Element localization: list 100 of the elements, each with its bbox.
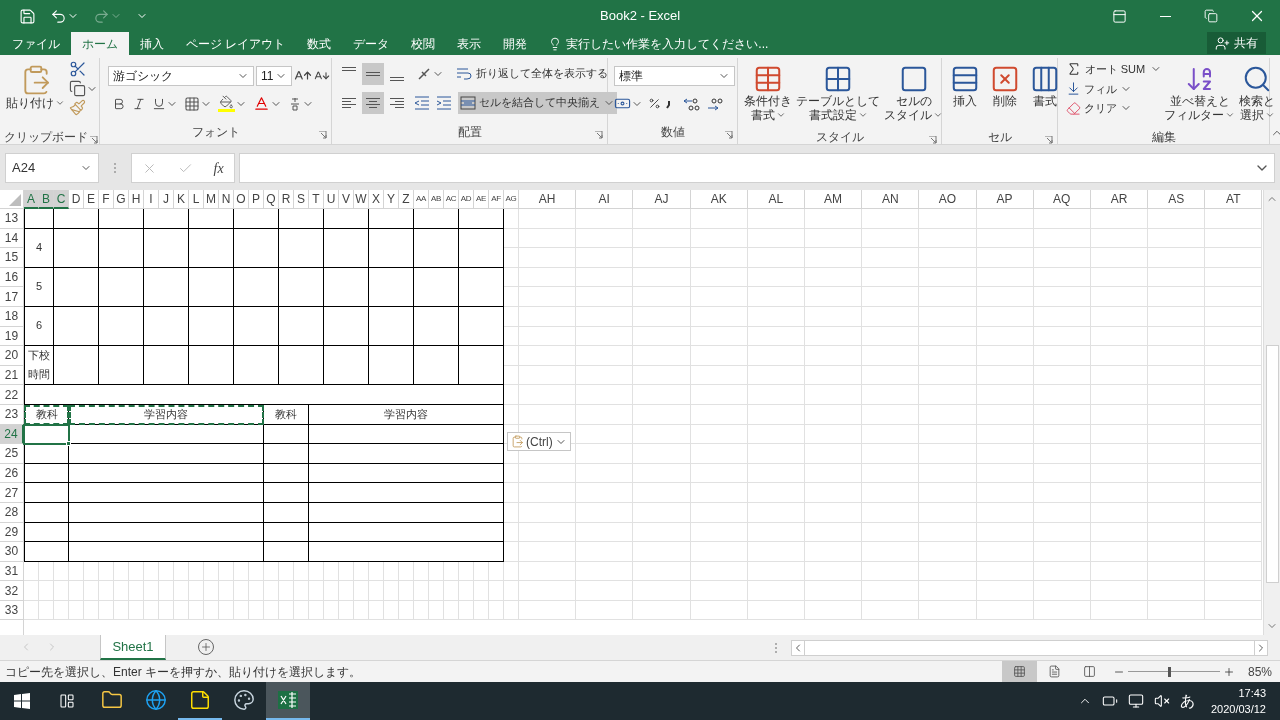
row-header[interactable]: 18 — [0, 306, 24, 327]
column-header[interactable]: AA — [414, 190, 429, 209]
row-header[interactable]: 15 — [0, 248, 24, 268]
column-header[interactable]: P — [249, 190, 264, 209]
column-header[interactable]: AG — [504, 190, 519, 209]
ribbon-tab[interactable]: 挿入 — [129, 32, 175, 55]
column-header[interactable]: AQ — [1033, 190, 1091, 209]
column-header[interactable]: L — [189, 190, 204, 209]
row-header[interactable]: 23 — [0, 404, 24, 425]
column-header[interactable]: G — [114, 190, 129, 209]
row-header[interactable]: 14 — [0, 228, 24, 249]
column-header[interactable]: J — [159, 190, 174, 209]
ribbon-tab[interactable]: 開発 — [492, 32, 539, 55]
column-header[interactable]: AJ — [633, 190, 691, 209]
column-header[interactable]: AE — [474, 190, 489, 209]
share-button[interactable]: 共有 — [1207, 32, 1266, 54]
column-header[interactable]: D — [69, 190, 84, 209]
column-header[interactable]: AC — [444, 190, 459, 209]
column-header[interactable]: U — [324, 190, 339, 209]
column-header[interactable]: Z — [399, 190, 414, 209]
column-header[interactable]: AL — [747, 190, 805, 209]
column-header[interactable]: AR — [1090, 190, 1149, 209]
name-box[interactable]: A24 — [5, 153, 99, 183]
row-header[interactable]: 32 — [0, 581, 24, 601]
font-name-dropdown[interactable]: 游ゴシック — [108, 66, 254, 86]
number-format-dropdown[interactable]: 標準 — [614, 66, 735, 86]
column-header[interactable]: W — [354, 190, 369, 209]
find-select-button[interactable]: 検索と 選択 — [1237, 58, 1277, 128]
column-header[interactable]: O — [234, 190, 249, 209]
font-size-dropdown[interactable]: 11 — [256, 66, 292, 86]
column-header[interactable]: AD — [459, 190, 474, 209]
column-header[interactable]: F — [99, 190, 114, 209]
ribbon-tab[interactable]: ページ レイアウト — [175, 32, 297, 55]
column-header[interactable]: AN — [862, 190, 920, 209]
row-header[interactable]: 31 — [0, 561, 24, 582]
row-header[interactable]: 29 — [0, 522, 24, 543]
row-header[interactable]: 33 — [0, 600, 24, 621]
column-header[interactable]: I — [144, 190, 159, 209]
column-header[interactable]: AK — [690, 190, 748, 209]
column-header[interactable]: Q — [264, 190, 279, 209]
column-header[interactable]: AS — [1148, 190, 1206, 209]
row-header[interactable]: 26 — [0, 463, 24, 484]
column-header[interactable]: C — [54, 190, 69, 209]
row-header[interactable]: 20 — [0, 346, 24, 366]
merge-center-button[interactable]: セルを結合して中央揃え — [458, 92, 617, 114]
style-button[interactable]: セルの スタイル — [882, 58, 945, 128]
column-header[interactable]: AM — [804, 190, 863, 209]
style-button[interactable]: テーブルとして 書式設定 — [794, 58, 882, 128]
column-header[interactable]: AH — [519, 190, 577, 209]
zoom-reading[interactable]: 85% — [1247, 662, 1272, 681]
column-header[interactable]: N — [219, 190, 234, 209]
ribbon-tab[interactable]: データ — [342, 32, 401, 55]
column-header[interactable]: M — [204, 190, 219, 209]
column-header[interactable]: A — [24, 190, 39, 209]
column-header[interactable]: X — [369, 190, 384, 209]
column-header[interactable]: V — [339, 190, 354, 209]
column-header[interactable]: AF — [489, 190, 504, 209]
column-header[interactable]: Y — [384, 190, 399, 209]
row-header[interactable]: 24 — [0, 424, 24, 445]
fill-button[interactable]: フィル — [1084, 80, 1117, 97]
row-header[interactable]: 19 — [0, 326, 24, 347]
column-header[interactable]: K — [174, 190, 189, 209]
row-header[interactable]: 21 — [0, 365, 24, 386]
row-header[interactable]: 22 — [0, 385, 24, 405]
autosum-button[interactable]: オート SUM — [1084, 61, 1146, 78]
tell-me-field[interactable]: 実行したい作業を入力してください... — [548, 32, 817, 55]
ribbon-tab[interactable]: 表示 — [446, 32, 493, 55]
clear-button[interactable]: クリア — [1084, 100, 1117, 117]
sort-filter-button[interactable]: 並べ替えと フィルター — [1162, 58, 1237, 128]
wrap-text-button[interactable]: 折り返して全体を表示する — [454, 63, 610, 85]
paste-options-menu[interactable]: (Ctrl) — [507, 432, 571, 451]
column-header[interactable]: AO — [919, 190, 977, 209]
row-header[interactable]: 28 — [0, 502, 24, 523]
style-button[interactable]: 条件付き 書式 — [742, 58, 794, 128]
column-header[interactable]: E — [84, 190, 99, 209]
column-header[interactable]: S — [294, 190, 309, 209]
column-header[interactable]: AP — [976, 190, 1034, 209]
cells-button[interactable]: 書式 — [1028, 58, 1062, 128]
clock[interactable]: 17:43 2020/03/12 — [1210, 685, 1266, 717]
column-header[interactable]: AI — [576, 190, 634, 209]
column-header[interactable]: T — [309, 190, 324, 209]
column-header[interactable]: B — [39, 190, 54, 209]
column-header[interactable]: R — [279, 190, 294, 209]
ribbon-tab[interactable]: 数式 — [296, 32, 343, 55]
column-header[interactable]: AB — [429, 190, 444, 209]
row-header[interactable]: 30 — [0, 542, 24, 562]
cells-button[interactable]: 挿入 — [948, 58, 982, 128]
ribbon-tab[interactable]: ファイル — [1, 32, 71, 55]
ribbon-tab[interactable]: 校閲 — [400, 32, 447, 55]
insert-function-button[interactable]: fx — [213, 157, 224, 179]
paste-button[interactable]: 貼り付け — [4, 58, 67, 128]
ime-indicator[interactable]: あ — [1179, 689, 1195, 713]
row-header[interactable]: 27 — [0, 483, 24, 503]
ribbon-tab[interactable]: ホーム — [71, 32, 129, 55]
row-header[interactable]: 13 — [0, 209, 24, 229]
row-header[interactable]: 17 — [0, 287, 24, 307]
cells-button[interactable]: 削除 — [988, 58, 1022, 128]
column-header[interactable]: H — [129, 190, 144, 209]
column-header[interactable]: AT — [1205, 190, 1263, 209]
sheet-tab[interactable]: Sheet1 — [100, 635, 166, 660]
